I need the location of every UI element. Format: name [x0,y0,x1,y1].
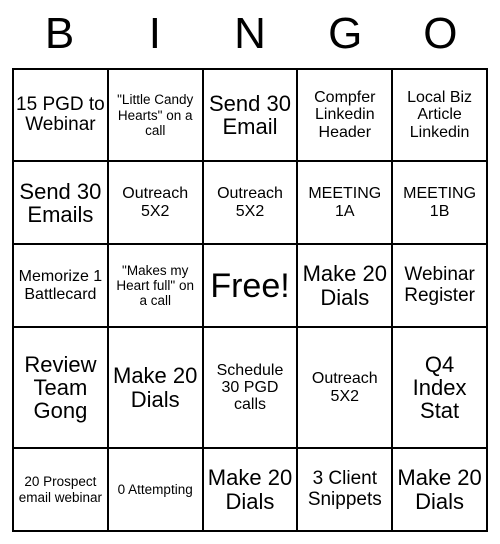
bingo-header-letter-g: G [328,9,363,58]
bingo-grid-wrapper: 15 PGD to Webinar "Little Candy Hearts" … [0,67,500,544]
bingo-cell-g2[interactable]: MEETING 1A [296,160,394,246]
bingo-cell-i5[interactable]: 0 Attempting [106,447,204,532]
bingo-header-letter-o: O [423,9,458,58]
bingo-cell-b5[interactable]: 20 Prospect email webinar [12,447,109,532]
bingo-row: 20 Prospect email webinar 0 Attempting M… [12,447,488,532]
bingo-grid: 15 PGD to Webinar "Little Candy Hearts" … [12,67,488,532]
bingo-cell-g5[interactable]: 3 Client Snippets [296,447,394,532]
bingo-cell-g1[interactable]: Compfer Linkedin Header [296,67,394,163]
bingo-header-letter-b: B [44,9,75,58]
bingo-cell-label: Make 20 Dials [113,363,198,412]
bingo-header-row: B I N G O [0,0,500,68]
bingo-cell-b2[interactable]: Send 30 Emails [12,160,109,246]
bingo-cell-n4[interactable]: Schedule 30 PGD calls [201,325,299,450]
bingo-cell-label: 15 PGD to Webinar [16,93,105,136]
bingo-cell-o2[interactable]: MEETING 1B [391,160,488,246]
bingo-cell-label: "Little Candy Hearts" on a call [117,92,194,138]
bingo-cell-label: Outreach 5X2 [122,185,189,220]
bingo-cell-n5[interactable]: Make 20 Dials [201,447,299,532]
bingo-cell-i1[interactable]: "Little Candy Hearts" on a call [106,67,204,163]
bingo-cell-b3[interactable]: Memorize 1 Battlecard [12,243,109,328]
bingo-row: Send 30 Emails Outreach 5X2 Outreach 5X2… [12,160,488,246]
bingo-cell-i4[interactable]: Make 20 Dials [106,325,204,450]
bingo-row: Memorize 1 Battlecard "Makes my Heart fu… [12,243,488,328]
bingo-header-letter-n: N [234,9,266,58]
bingo-cell-b1[interactable]: 15 PGD to Webinar [12,67,109,163]
bingo-cell-label: Outreach 5X2 [311,370,378,405]
bingo-header-letter-i: I [148,9,161,58]
bingo-cell-label: Outreach 5X2 [217,185,283,220]
bingo-cell-label: "Makes my Heart full" on a call [116,262,194,309]
bingo-cell-free-space[interactable]: Free! [201,243,299,328]
bingo-cell-o1[interactable]: Local Biz Article Linkedin [391,67,488,163]
bingo-cell-n1[interactable]: Send 30 Email [201,67,299,163]
bingo-cell-label: Webinar Register [404,264,475,306]
bingo-cell-o4[interactable]: Q4 Index Stat [391,325,488,450]
bingo-cell-label: Make 20 Dials [397,465,482,514]
bingo-row: Review Team Gong Make 20 Dials Schedule … [12,325,488,450]
bingo-cell-label: MEETING 1B [403,185,477,220]
bingo-cell-label: Schedule 30 PGD calls [216,361,284,414]
bingo-cell-label: Review Team Gong [24,351,97,424]
bingo-cell-label: Make 20 Dials [207,465,293,514]
bingo-cell-i2[interactable]: Outreach 5X2 [106,160,204,246]
bingo-cell-o3[interactable]: Webinar Register [391,243,488,328]
bingo-cell-label: Send 30 Email [209,90,291,140]
bingo-cell-g4[interactable]: Outreach 5X2 [296,325,394,450]
bingo-cell-g3[interactable]: Make 20 Dials [296,243,394,328]
bingo-cell-label: 0 Attempting [117,481,193,497]
bingo-cell-o5[interactable]: Make 20 Dials [391,447,488,532]
bingo-cell-i3[interactable]: "Makes my Heart full" on a call [106,243,204,328]
bingo-cell-label: MEETING 1A [308,185,382,220]
bingo-cell-label: Compfer Linkedin Header [314,89,376,141]
bingo-cell-label: Local Biz Article Linkedin [407,89,473,141]
bingo-cell-label: 3 Client Snippets [307,468,382,510]
bingo-cell-label: Memorize 1 Battlecard [18,268,103,303]
bingo-cell-label: 20 Prospect email webinar [18,474,103,505]
bingo-cell-label: Make 20 Dials [302,261,387,310]
bingo-cell-label: Q4 Index Stat [412,351,467,424]
bingo-row: 15 PGD to Webinar "Little Candy Hearts" … [12,67,488,163]
bingo-cell-b4[interactable]: Review Team Gong [12,325,109,450]
bingo-free-space-label: Free! [210,266,290,305]
bingo-cell-label: Send 30 Emails [19,178,102,227]
bingo-cell-n2[interactable]: Outreach 5X2 [201,160,299,246]
bingo-card: B I N G O 15 PGD to Webinar "Little Cand… [0,0,500,544]
